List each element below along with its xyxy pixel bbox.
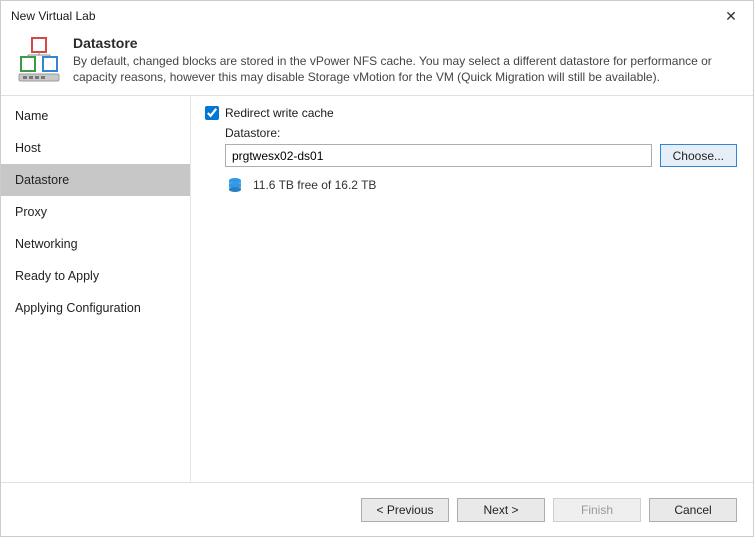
wizard-steps-sidebar: Name Host Datastore Proxy Networking Rea… xyxy=(1,96,191,482)
cancel-button[interactable]: Cancel xyxy=(649,498,737,522)
window-title: New Virtual Lab xyxy=(11,9,96,23)
page-title: Datastore xyxy=(73,35,739,51)
redirect-write-cache-checkbox[interactable] xyxy=(205,106,219,120)
datastore-field-label: Datastore: xyxy=(225,126,737,140)
datastore-free-space-row: 11.6 TB free of 16.2 TB xyxy=(227,177,737,193)
page-description: By default, changed blocks are stored in… xyxy=(73,53,739,85)
wizard-body: Name Host Datastore Proxy Networking Rea… xyxy=(1,96,753,482)
datastore-row: Choose... xyxy=(225,144,737,167)
step-name[interactable]: Name xyxy=(1,100,190,132)
finish-button: Finish xyxy=(553,498,641,522)
step-ready-to-apply[interactable]: Ready to Apply xyxy=(1,260,190,292)
choose-button[interactable]: Choose... xyxy=(660,144,737,167)
wizard-content: Redirect write cache Datastore: Choose..… xyxy=(191,96,753,482)
wizard-header: Datastore By default, changed blocks are… xyxy=(1,31,753,95)
datastore-wizard-icon xyxy=(15,35,63,83)
wizard-window: New Virtual Lab ✕ Datastore By default, xyxy=(0,0,754,537)
redirect-write-cache-label: Redirect write cache xyxy=(225,106,334,120)
step-applying-configuration[interactable]: Applying Configuration xyxy=(1,292,190,324)
datastore-free-space: 11.6 TB free of 16.2 TB xyxy=(253,178,376,192)
close-icon[interactable]: ✕ xyxy=(719,8,743,25)
datastore-input[interactable] xyxy=(225,144,652,167)
step-datastore[interactable]: Datastore xyxy=(1,164,190,196)
wizard-footer: < Previous Next > Finish Cancel xyxy=(1,482,753,536)
titlebar: New Virtual Lab ✕ xyxy=(1,1,753,31)
datastore-disk-icon xyxy=(227,177,243,193)
step-host[interactable]: Host xyxy=(1,132,190,164)
step-proxy[interactable]: Proxy xyxy=(1,196,190,228)
step-networking[interactable]: Networking xyxy=(1,228,190,260)
next-button[interactable]: Next > xyxy=(457,498,545,522)
redirect-write-cache-row[interactable]: Redirect write cache xyxy=(205,106,737,120)
previous-button[interactable]: < Previous xyxy=(361,498,449,522)
wizard-header-text: Datastore By default, changed blocks are… xyxy=(73,35,739,85)
